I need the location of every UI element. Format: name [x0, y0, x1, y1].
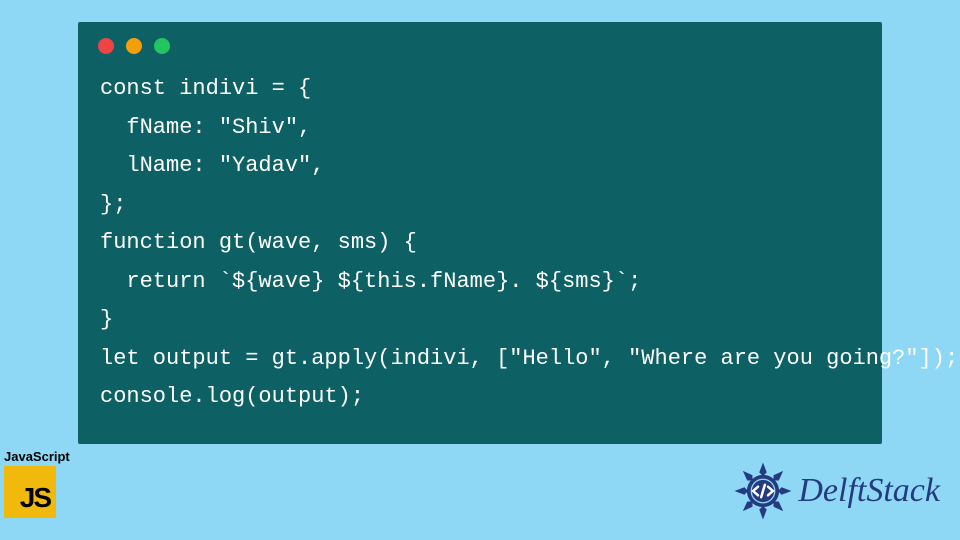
window-controls	[78, 22, 882, 62]
javascript-label: JavaScript	[4, 449, 70, 464]
javascript-logo-icon: JS	[4, 466, 56, 518]
javascript-logo-text: JS	[20, 482, 50, 514]
minimize-icon[interactable]	[126, 38, 142, 54]
code-block: const indivi = { fName: "Shiv", lName: "…	[78, 62, 882, 417]
brand-name: DelftStack	[798, 472, 940, 510]
javascript-badge: JavaScript JS	[4, 449, 70, 518]
gear-code-icon	[732, 460, 794, 522]
brand-logo: DelftStack	[732, 460, 940, 522]
maximize-icon[interactable]	[154, 38, 170, 54]
close-icon[interactable]	[98, 38, 114, 54]
code-window: const indivi = { fName: "Shiv", lName: "…	[78, 22, 882, 444]
